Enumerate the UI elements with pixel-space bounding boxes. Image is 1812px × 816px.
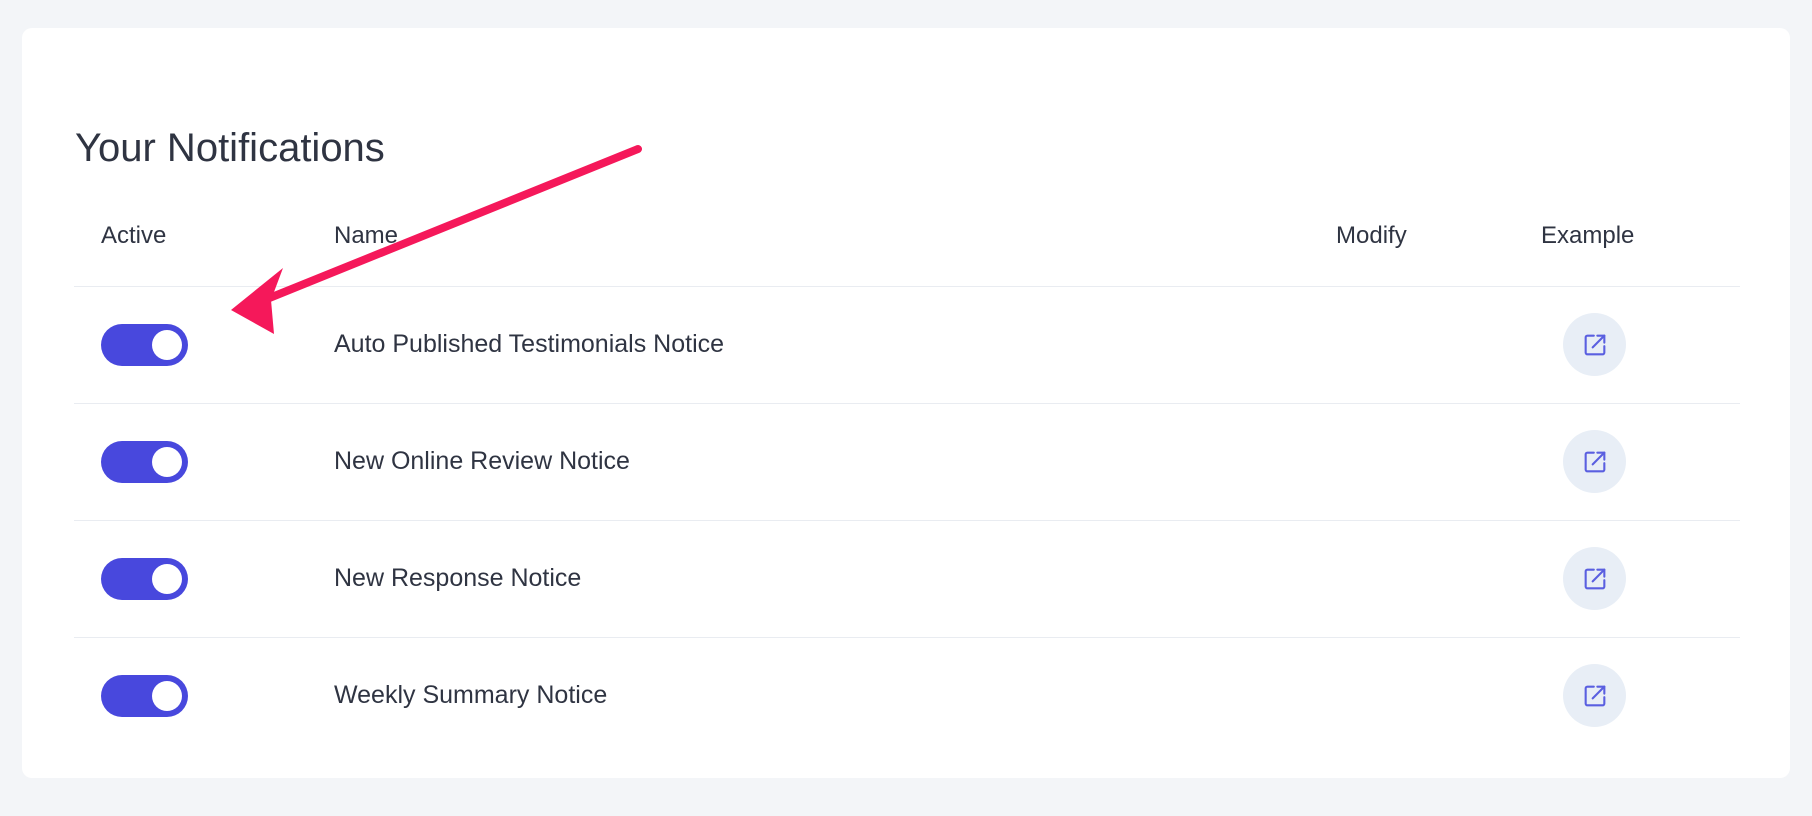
header-modify: Modify [1336,222,1407,249]
table-row: Auto Published Testimonials Notice [74,287,1740,404]
external-link-icon [1584,568,1605,589]
toggle-knob [152,330,182,360]
active-toggle[interactable] [101,324,188,366]
notification-name: New Response Notice [334,564,582,592]
notification-name: Auto Published Testimonials Notice [334,330,725,358]
active-toggle[interactable] [101,441,188,483]
notifications-table: Active Name Modify Example Auto Publishe… [74,194,1740,754]
header-active: Active [101,222,167,249]
header-name: Name [334,222,399,249]
toggle-knob [152,681,182,711]
example-button[interactable] [1563,547,1626,610]
page-title: Your Notifications [75,126,385,170]
external-link-icon [1584,334,1605,355]
notifications-card: Your Notifications Active Name Modify Ex… [22,28,1790,778]
example-button[interactable] [1563,664,1626,727]
table-row: New Response Notice [74,521,1740,638]
toggle-knob [152,447,182,477]
table-row: New Online Review Notice [74,404,1740,521]
table-row: Weekly Summary Notice [74,638,1740,754]
header-example: Example [1541,222,1635,249]
toggle-knob [152,564,182,594]
example-button[interactable] [1563,430,1626,493]
external-link-icon [1584,451,1605,472]
external-link-icon [1584,685,1605,706]
active-toggle[interactable] [101,675,188,717]
active-toggle[interactable] [101,558,188,600]
notification-name: New Online Review Notice [334,447,630,475]
table-header: Active Name Modify Example [74,194,1740,287]
example-button[interactable] [1563,313,1626,376]
notification-name: Weekly Summary Notice [334,681,608,709]
